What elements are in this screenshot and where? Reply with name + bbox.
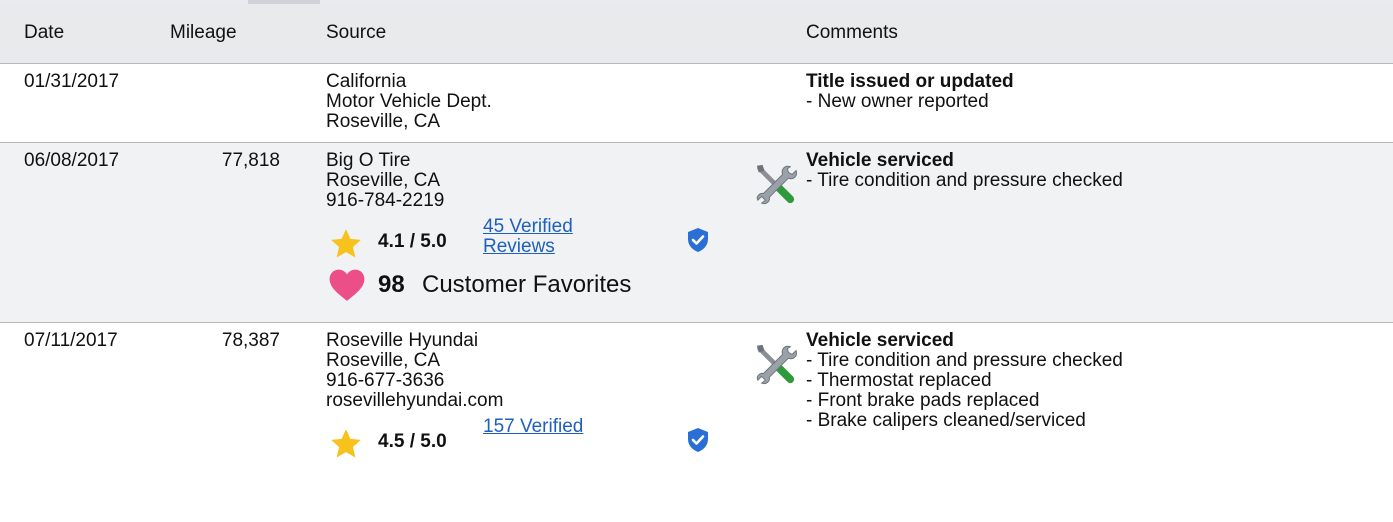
row-source: Big O Tire Roseville, CA 916-784-2219 4.… bbox=[326, 142, 806, 322]
row-comments: Vehicle serviced - Tire condition and pr… bbox=[756, 142, 1393, 322]
source-line: Big O Tire bbox=[326, 149, 411, 171]
row-mileage: 77,818 bbox=[221, 149, 280, 171]
rating-block: 4.5 / 5.0 157 Verified bbox=[326, 416, 726, 463]
source-line: California bbox=[326, 70, 407, 92]
row-mileage bbox=[160, 63, 326, 142]
comment-title: Title issued or updated bbox=[806, 70, 1014, 92]
favorites-block: 98 Customer Favorites bbox=[326, 267, 806, 311]
table-row: 01/31/2017 California Motor Vehicle Dept… bbox=[0, 63, 1393, 142]
comment-line: - Brake calipers cleaned/serviced bbox=[806, 409, 1086, 431]
table-header-row: Date Mileage Source Comments bbox=[0, 4, 1393, 63]
comment-line: - Thermostat replaced bbox=[806, 369, 992, 391]
source-line: Roseville, CA bbox=[326, 169, 441, 191]
source-line: Motor Vehicle Dept. bbox=[326, 90, 492, 112]
favorites-count: 98 bbox=[378, 270, 405, 298]
row-date: 07/11/2017 bbox=[24, 329, 118, 351]
comment-title: Vehicle serviced bbox=[806, 329, 954, 351]
row-date: 06/08/2017 bbox=[24, 149, 120, 171]
header-mileage: Mileage bbox=[170, 22, 237, 44]
header-comments: Comments bbox=[806, 22, 898, 44]
verified-shield-icon bbox=[688, 427, 708, 452]
wrench-screwdriver-icon bbox=[756, 164, 797, 204]
rating-block: 4.1 / 5.0 45 Verified Reviews bbox=[326, 216, 726, 263]
source-line: 916-677-3636 bbox=[326, 369, 445, 391]
comment-line: - New owner reported bbox=[806, 90, 989, 112]
row-source: California Motor Vehicle Dept. Roseville… bbox=[326, 63, 806, 142]
verified-reviews-link[interactable]: 45 Verified Reviews bbox=[483, 216, 633, 257]
verified-shield-icon bbox=[688, 227, 708, 252]
rating-score: 4.5 / 5.0 bbox=[378, 430, 447, 452]
wrench-screwdriver-icon bbox=[756, 344, 797, 384]
source-line: Roseville, CA bbox=[326, 349, 441, 371]
source-line: Roseville Hyundai bbox=[326, 329, 479, 351]
heart-icon bbox=[329, 269, 365, 301]
source-line: Roseville, CA bbox=[326, 110, 441, 132]
header-source: Source bbox=[326, 22, 387, 44]
favorites-label: Customer Favorites bbox=[422, 270, 632, 298]
row-comments: Title issued or updated - New owner repo… bbox=[806, 63, 1393, 142]
header-date: Date bbox=[24, 22, 65, 44]
row-comments: Vehicle serviced - Tire condition and pr… bbox=[756, 322, 1393, 522]
star-icon bbox=[331, 428, 361, 457]
verified-reviews-link[interactable]: 157 Verified bbox=[483, 416, 633, 437]
rating-score: 4.1 / 5.0 bbox=[378, 230, 447, 252]
source-line: 916-784-2219 bbox=[326, 189, 445, 211]
row-source: Roseville Hyundai Roseville, CA 916-677-… bbox=[326, 322, 806, 522]
table-row: 07/11/2017 78,387 Roseville Hyundai Rose… bbox=[0, 322, 1393, 522]
vehicle-history-table: Date Mileage Source Comments 01/31/2017 … bbox=[0, 4, 1393, 522]
source-line: rosevillehyundai.com bbox=[326, 389, 504, 411]
star-icon bbox=[331, 228, 361, 257]
table-row: 06/08/2017 77,818 Big O Tire Roseville, … bbox=[0, 142, 1393, 322]
comment-line: - Tire condition and pressure checked bbox=[806, 169, 1123, 191]
row-mileage: 78,387 bbox=[221, 329, 280, 351]
comment-line: - Front brake pads replaced bbox=[806, 389, 1040, 411]
comment-line: - Tire condition and pressure checked bbox=[806, 349, 1123, 371]
comment-title: Vehicle serviced bbox=[806, 149, 954, 171]
row-date: 01/31/2017 bbox=[24, 70, 120, 92]
